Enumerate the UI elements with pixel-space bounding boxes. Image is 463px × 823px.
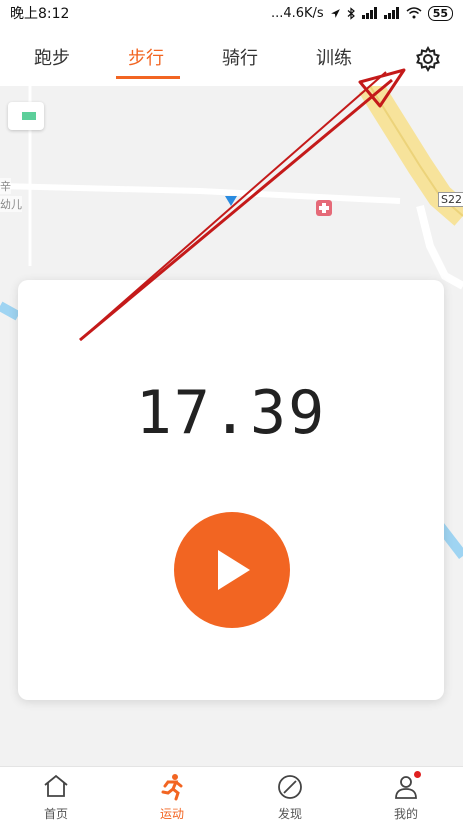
start-button[interactable] [174, 512, 290, 628]
tab-walking[interactable]: 步行 [128, 44, 164, 70]
map-hospital-icon [316, 200, 332, 216]
nav-label-home: 首页 [43, 807, 68, 821]
nav-label-profile: 我的 [393, 807, 418, 821]
tab-training[interactable]: 训练 [316, 44, 352, 70]
bluetooth-icon [347, 6, 355, 20]
nav-item-sport[interactable]: 运动 [132, 767, 212, 823]
nav-label-discover: 发现 [277, 807, 302, 821]
tab-running[interactable]: 跑步 [34, 44, 70, 70]
nav-item-discover[interactable]: 发现 [250, 767, 330, 823]
gear-icon[interactable] [414, 45, 442, 73]
map-place-label-1: 辛 [0, 178, 11, 194]
notification-badge [414, 771, 421, 778]
nav-item-home[interactable]: 首页 [16, 767, 96, 823]
status-bar: 晚上8:12 ...4.6K/s 55 [0, 0, 463, 26]
walking-card: 17.39 [18, 280, 444, 700]
status-icons: ...4.6K/s 55 [270, 5, 453, 21]
status-time: 晚上8:12 [10, 6, 70, 22]
nav-label-sport: 运动 [159, 807, 184, 821]
play-icon [218, 550, 250, 590]
location-marker [22, 112, 36, 120]
distance-value: 17.39 [135, 378, 327, 448]
bottom-nav: 首页 运动 发现 我的 [0, 766, 463, 823]
nav-item-profile[interactable]: 我的 [366, 767, 446, 823]
signal-icon-2 [383, 7, 399, 19]
active-tab-indicator [116, 76, 180, 79]
map-poi-pin-icon [225, 196, 237, 206]
home-icon [44, 774, 68, 797]
map-place-label-2: 幼儿 [0, 196, 22, 212]
compass-icon [278, 775, 302, 799]
battery-indicator: 55 [427, 5, 453, 21]
runner-icon [161, 774, 183, 801]
wifi-icon [406, 7, 422, 19]
tab-cycling[interactable]: 骑行 [222, 44, 258, 70]
location-chip[interactable] [8, 102, 44, 130]
road-badge: S22 [438, 192, 463, 207]
location-icon [330, 8, 340, 18]
network-speed: ...4.6K/s [270, 5, 324, 21]
sport-tabs: 跑步 步行 骑行 训练 [0, 26, 463, 86]
signal-icon [361, 7, 377, 19]
